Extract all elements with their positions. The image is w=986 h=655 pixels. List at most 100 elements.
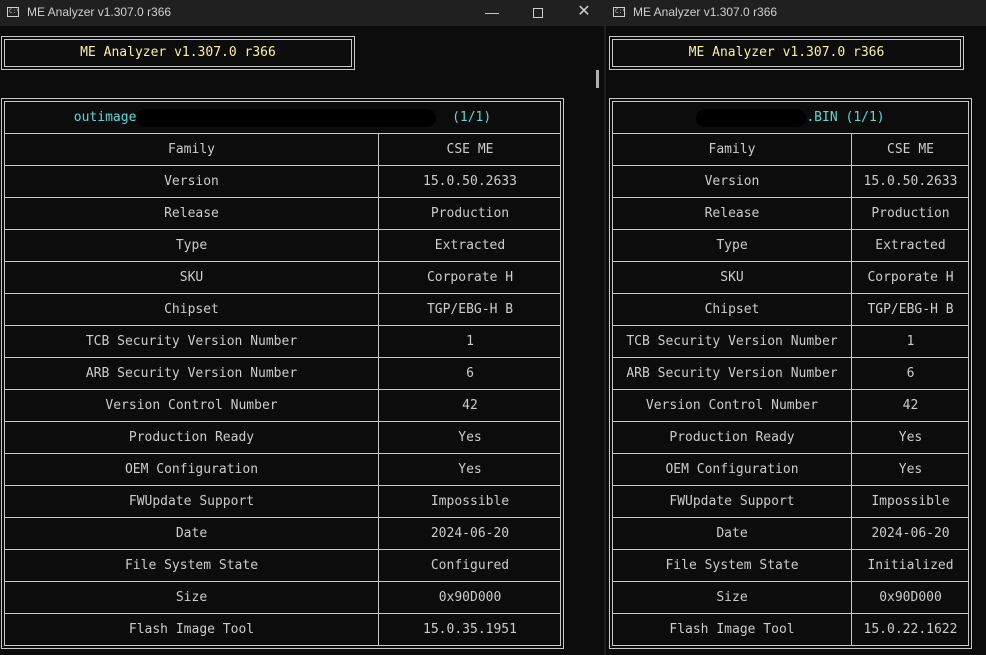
row-value: 6 xyxy=(378,358,561,389)
row-label: Flash Image Tool xyxy=(128,622,255,637)
table-row: TCB Security Version Number 1 xyxy=(613,326,968,358)
right-file-title-row: .BIN (1/1) xyxy=(613,102,968,134)
row-value: 42 xyxy=(851,390,969,421)
table-row: ARB Security Version Number 6 xyxy=(613,358,968,390)
redacted-block xyxy=(136,108,437,127)
right-console-content: ME Analyzer v1.307.0 r366 .BIN (1/1) Fam… xyxy=(606,26,986,655)
right-file-suffix: .BIN (1/1) xyxy=(806,110,885,125)
left-window-title: ME Analyzer v1.307.0 r366 xyxy=(27,5,172,19)
row-label: Version Control Number xyxy=(645,398,819,413)
row-label: Chipset xyxy=(164,302,219,317)
row-value: 2024-06-20 xyxy=(378,518,561,549)
row-label: Date xyxy=(716,526,748,541)
row-label: SKU xyxy=(720,270,744,285)
right-header-text: ME Analyzer v1.307.0 r366 xyxy=(688,45,885,60)
row-label: Version Control Number xyxy=(105,398,278,413)
row-label: Flash Image Tool xyxy=(669,622,795,637)
row-value: Yes xyxy=(851,454,969,485)
row-value: Configured xyxy=(378,550,561,581)
row-label: TCB Security Version Number xyxy=(626,334,838,349)
table-row: Version Control Number 42 xyxy=(5,390,560,422)
left-header-box: ME Analyzer v1.307.0 r366 xyxy=(1,36,355,70)
right-terminal-window: C:\ ME Analyzer v1.307.0 r366 ME Analyze… xyxy=(606,0,986,655)
row-value: 6 xyxy=(851,358,969,389)
close-icon[interactable]: ✕ xyxy=(561,0,604,26)
row-value: 0x90D000 xyxy=(851,582,969,613)
right-info-table: .BIN (1/1) Family CSE ME Version 15.0.50.26… xyxy=(609,98,972,649)
row-value: Extracted xyxy=(851,230,969,261)
row-label: Production Ready xyxy=(128,430,255,445)
row-value: 15.0.50.2633 xyxy=(851,166,969,197)
row-value: Production xyxy=(851,198,969,229)
row-label: File System State xyxy=(124,558,259,573)
table-row: Production Ready Yes xyxy=(613,422,968,454)
row-value: Initialized xyxy=(851,550,969,581)
row-value: 2024-06-20 xyxy=(851,518,969,549)
row-value: Yes xyxy=(851,422,969,453)
row-label: Version xyxy=(704,174,760,189)
row-value: Yes xyxy=(378,454,561,485)
row-value: Production xyxy=(378,198,561,229)
redacted-block xyxy=(696,108,807,127)
table-row: Size 0x90D000 xyxy=(5,582,560,614)
table-row: File System State Configured xyxy=(5,550,560,582)
row-label: Type xyxy=(716,238,748,253)
left-terminal-window: C:\ ME Analyzer v1.307.0 r366 — ✕ ME Ana… xyxy=(0,0,604,655)
table-row: Type Extracted xyxy=(5,230,560,262)
left-file-suffix: (1/1) xyxy=(452,110,492,125)
table-row: SKU Corporate H xyxy=(5,262,560,294)
right-title-bar[interactable]: C:\ ME Analyzer v1.307.0 r366 xyxy=(606,0,986,26)
table-row: Size 0x90D000 xyxy=(613,582,968,614)
row-value: 0x90D000 xyxy=(378,582,561,613)
row-label: TCB Security Version Number xyxy=(85,334,298,349)
row-value: 15.0.22.1622 xyxy=(851,614,969,645)
row-value: Extracted xyxy=(378,230,561,261)
row-label: OEM Configuration xyxy=(665,462,799,477)
row-label: SKU xyxy=(179,270,204,285)
table-row: ARB Security Version Number 6 xyxy=(5,358,560,390)
row-value: 1 xyxy=(851,326,969,357)
row-label: ARB Security Version Number xyxy=(85,366,298,381)
table-row: Type Extracted xyxy=(613,230,968,262)
left-scrollbar-thumb[interactable] xyxy=(596,70,599,88)
table-row: Version 15.0.50.2633 xyxy=(613,166,968,198)
table-row: Family CSE ME xyxy=(613,134,968,166)
right-window-title: ME Analyzer v1.307.0 r366 xyxy=(633,5,778,19)
row-label: Release xyxy=(164,206,219,221)
table-row: Chipset TGP/EBG-H B xyxy=(613,294,968,326)
table-row: Date 2024-06-20 xyxy=(613,518,968,550)
table-row: File System State Initialized xyxy=(613,550,968,582)
left-file-name-prefix: outimage xyxy=(73,110,137,125)
table-row: Date 2024-06-20 xyxy=(5,518,560,550)
row-label: Type xyxy=(175,238,208,253)
row-value: TGP/EBG-H B xyxy=(378,294,561,325)
row-value: CSE ME xyxy=(378,134,561,165)
left-header-text: ME Analyzer v1.307.0 r366 xyxy=(80,45,276,60)
row-value: 1 xyxy=(378,326,561,357)
row-value: Yes xyxy=(378,422,561,453)
left-console-content: ME Analyzer v1.307.0 r366 outimage (1/1)… xyxy=(0,26,604,655)
table-row: SKU Corporate H xyxy=(613,262,968,294)
minimize-icon[interactable]: — xyxy=(469,0,515,26)
table-row: OEM Configuration Yes xyxy=(613,454,968,486)
table-row: Version 15.0.50.2633 xyxy=(5,166,560,198)
table-row: TCB Security Version Number 1 xyxy=(5,326,560,358)
console-icon: C:\ xyxy=(7,7,20,17)
row-label: Family xyxy=(708,142,756,157)
row-label: Size xyxy=(175,590,208,605)
table-row: Version Control Number 42 xyxy=(613,390,968,422)
row-value: Impossible xyxy=(378,486,561,517)
row-label: File System State xyxy=(665,558,799,573)
left-title-bar[interactable]: C:\ ME Analyzer v1.307.0 r366 — ✕ xyxy=(0,0,604,26)
row-label: FWUpdate Support xyxy=(128,494,255,509)
left-info-table: outimage (1/1) Family CSE ME Version 15.0.5… xyxy=(1,98,564,649)
table-row: OEM Configuration Yes xyxy=(5,454,560,486)
row-label: ARB Security Version Number xyxy=(626,366,838,381)
maximize-icon[interactable] xyxy=(515,0,561,26)
table-row: Flash Image Tool 15.0.35.1951 xyxy=(5,614,560,645)
row-label: Size xyxy=(716,590,748,605)
table-row: Family CSE ME xyxy=(5,134,560,166)
table-row: FWUpdate Support Impossible xyxy=(613,486,968,518)
row-label: Release xyxy=(704,206,760,221)
console-icon: C:\ xyxy=(613,7,626,17)
